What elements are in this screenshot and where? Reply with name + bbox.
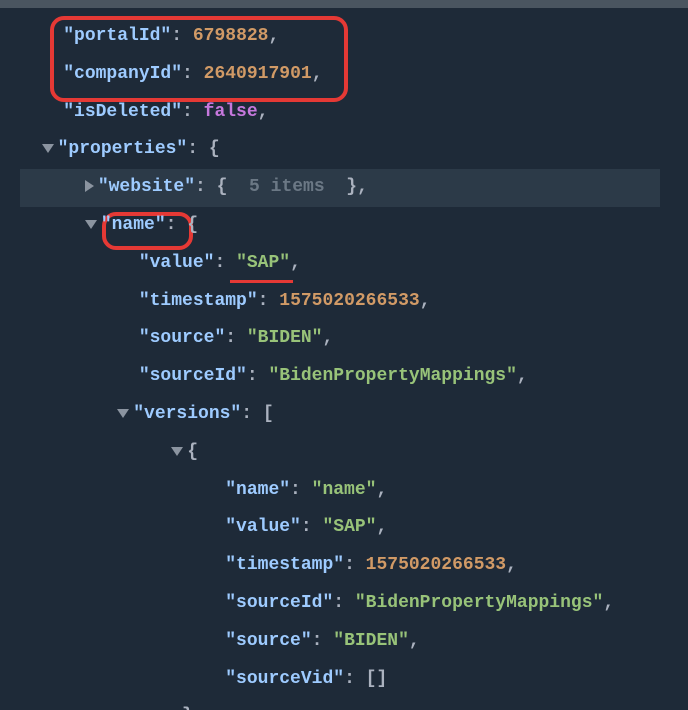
json-line[interactable]: "versions": [: [20, 396, 688, 434]
json-string: "SAP": [322, 517, 376, 537]
chevron-right-icon[interactable]: [85, 180, 94, 192]
json-number: 2640917901: [204, 64, 312, 84]
json-key: "portalId": [63, 26, 171, 46]
json-line[interactable]: "companyId": 2640917901,: [20, 56, 688, 94]
json-string: "BidenPropertyMappings": [355, 593, 603, 613]
json-line[interactable]: "sourceId": "BidenPropertyMappings",: [20, 358, 688, 396]
chevron-down-icon[interactable]: [117, 409, 129, 418]
json-key: "sourceId": [139, 366, 247, 386]
json-number: 1575020266533: [366, 555, 506, 575]
json-key: "timestamp": [225, 555, 344, 575]
json-key: "timestamp": [139, 291, 258, 311]
json-key: "website": [98, 177, 195, 197]
json-string: "BIDEN": [247, 328, 323, 348]
json-number: 1575020266533: [279, 291, 419, 311]
json-key: "value": [225, 517, 301, 537]
json-key: "versions": [133, 404, 241, 424]
chevron-down-icon[interactable]: [171, 447, 183, 456]
json-key: "source": [139, 328, 225, 348]
chevron-down-icon[interactable]: [42, 144, 54, 153]
json-line[interactable]: {: [20, 434, 688, 472]
json-line[interactable]: "isDeleted": false,: [20, 94, 688, 132]
json-line[interactable]: "timestamp": 1575020266533,: [20, 283, 688, 321]
json-line[interactable]: "source": "BIDEN",: [20, 320, 688, 358]
json-key: "companyId": [63, 64, 182, 84]
json-string: "SAP": [236, 253, 290, 273]
json-string: "BidenPropertyMappings": [268, 366, 516, 386]
json-literal: false: [204, 102, 258, 122]
json-line[interactable]: "sourceId": "BidenPropertyMappings",: [20, 585, 688, 623]
json-key: "name": [225, 480, 290, 500]
json-line[interactable]: "timestamp": 1575020266533,: [20, 547, 688, 585]
json-line[interactable]: "source": "BIDEN",: [20, 623, 688, 661]
json-key: "value": [139, 253, 215, 273]
json-key: "source": [225, 631, 311, 651]
collapsed-summary: 5 items: [249, 177, 325, 197]
json-line[interactable]: "value": "SAP",: [20, 245, 688, 283]
json-line[interactable]: "name": "name",: [20, 472, 688, 510]
json-viewer[interactable]: "portalId": 6798828, "companyId": 264091…: [0, 8, 688, 710]
json-number: 6798828: [193, 26, 269, 46]
json-line[interactable]: }: [20, 698, 688, 710]
json-key: "isDeleted": [63, 102, 182, 122]
window-titlebar: [0, 0, 688, 8]
json-line[interactable]: "sourceVid": []: [20, 661, 688, 699]
json-key: "sourceId": [225, 593, 333, 613]
json-string: "BIDEN": [333, 631, 409, 651]
json-line[interactable]: "properties": {: [20, 131, 688, 169]
json-key: "name": [101, 215, 166, 235]
json-line[interactable]: "portalId": 6798828,: [20, 18, 688, 56]
json-key: "sourceVid": [225, 669, 344, 689]
json-line[interactable]: "value": "SAP",: [20, 509, 688, 547]
json-line-collapsed[interactable]: "website": { 5 items },: [20, 169, 660, 207]
json-string: "name": [312, 480, 377, 500]
chevron-down-icon[interactable]: [85, 220, 97, 229]
json-line[interactable]: "name": {: [20, 207, 688, 245]
json-key: "properties": [58, 139, 188, 159]
